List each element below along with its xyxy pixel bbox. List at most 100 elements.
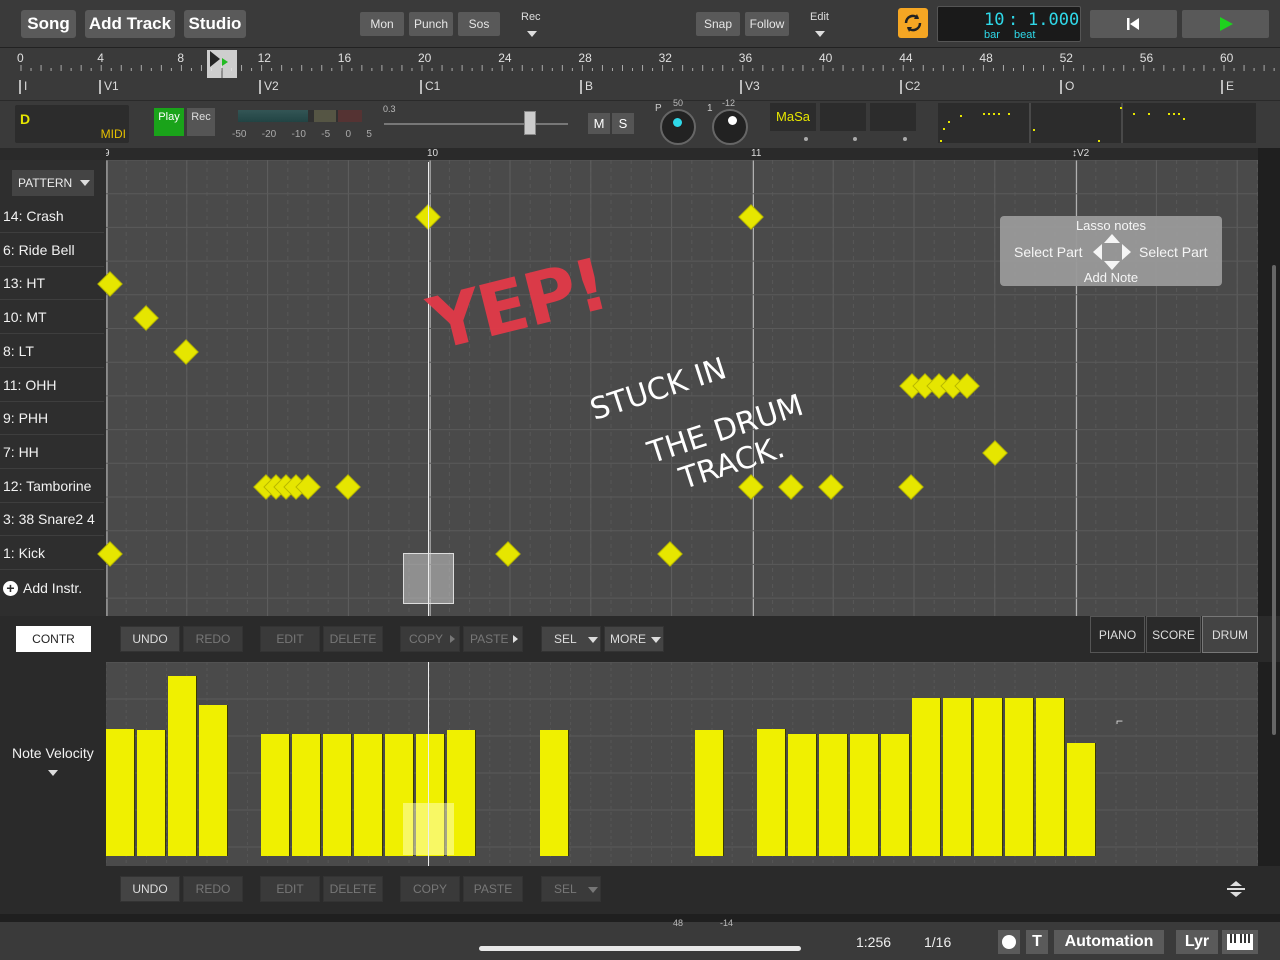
rec-dropdown-icon[interactable]: [527, 31, 537, 37]
velocity-bar[interactable]: [850, 734, 879, 856]
undo-button-2[interactable]: UNDO: [120, 876, 180, 902]
paste-button-2[interactable]: PASTE: [463, 876, 523, 902]
sos-button[interactable]: Sos: [458, 12, 500, 36]
scrollbar[interactable]: [1272, 265, 1276, 735]
track-rec-button[interactable]: Rec: [187, 108, 215, 136]
plugin-slot-2[interactable]: [820, 103, 866, 131]
add-instrument-button[interactable]: + Add Instr.: [3, 580, 82, 596]
volume-fader-track[interactable]: [384, 123, 568, 125]
volume-fader-thumb[interactable]: [524, 111, 536, 135]
more-dropdown[interactable]: MORE: [604, 626, 664, 652]
velocity-editor[interactable]: ⌐: [106, 662, 1258, 866]
delete-button-2[interactable]: DELETE: [323, 876, 383, 902]
velocity-bar[interactable]: [261, 734, 290, 856]
velocity-bar[interactable]: [757, 728, 786, 856]
delete-button[interactable]: DELETE: [323, 626, 383, 652]
zoom-level[interactable]: 1:256: [856, 934, 891, 950]
section-marker[interactable]: I: [19, 80, 27, 94]
velocity-bar[interactable]: [788, 734, 817, 856]
timeline-ruler[interactable]: 0 4 8 12 16 20 24 28 32 36 40 44 48 52 56 60 I V1 V2 C1 B V3…: [0, 48, 1280, 100]
section-marker[interactable]: O: [1060, 80, 1074, 94]
mute-button[interactable]: M: [588, 113, 610, 134]
plugin-slot-masa[interactable]: MaSa: [770, 103, 816, 131]
velocity-bar[interactable]: [354, 734, 383, 856]
redo-button-2[interactable]: REDO: [183, 876, 243, 902]
lane-label[interactable]: 9: PHH: [0, 402, 104, 436]
lane-label[interactable]: 7: HH: [0, 436, 104, 469]
lasso-select-part-right[interactable]: Select Part: [1139, 244, 1207, 260]
section-marker[interactable]: V3: [740, 80, 760, 94]
snap-button[interactable]: Snap: [696, 12, 740, 36]
velocity-bar[interactable]: [1067, 743, 1096, 856]
velocity-bar[interactable]: [912, 697, 941, 856]
add-track-button[interactable]: Add Track: [85, 10, 175, 38]
play-button[interactable]: [1182, 10, 1269, 38]
velocity-bar[interactable]: [1005, 697, 1034, 856]
rec-mode-label[interactable]: Rec: [521, 11, 541, 23]
copy-button[interactable]: COPY: [400, 626, 460, 652]
follow-button[interactable]: Follow: [745, 12, 789, 36]
keyboard-button[interactable]: [1222, 930, 1258, 954]
mon-button[interactable]: Mon: [360, 12, 404, 36]
chevron-down-icon[interactable]: [48, 770, 58, 776]
sel-dropdown[interactable]: SEL: [541, 626, 601, 652]
lane-label[interactable]: 3: 38 Snare2 4: [0, 503, 104, 537]
playhead-handle[interactable]: [207, 50, 237, 78]
section-marker[interactable]: V2: [259, 80, 279, 94]
home-indicator[interactable]: [479, 946, 801, 951]
velocity-bar[interactable]: [881, 734, 910, 856]
lasso-title[interactable]: Lasso notes: [1000, 218, 1222, 233]
lane-label[interactable]: 10: MT: [0, 301, 104, 335]
paste-button[interactable]: PASTE: [463, 626, 523, 652]
note-velocity-label[interactable]: Note Velocity: [12, 745, 94, 761]
pan-knob[interactable]: [660, 109, 696, 145]
punch-button[interactable]: Punch: [409, 12, 453, 36]
velocity-bar[interactable]: [974, 697, 1003, 856]
velocity-bar[interactable]: [106, 728, 135, 856]
pattern-overview[interactable]: [938, 103, 1256, 143]
undo-button[interactable]: UNDO: [120, 626, 180, 652]
text-button[interactable]: T: [1026, 930, 1048, 954]
lane-label[interactable]: 13: HT: [0, 267, 104, 301]
redo-button[interactable]: REDO: [183, 626, 243, 652]
edit-dropdown-icon[interactable]: [815, 31, 825, 37]
lane-label[interactable]: 8: LT: [0, 335, 104, 368]
record-button[interactable]: [998, 930, 1020, 954]
velocity-bar[interactable]: [199, 704, 228, 856]
section-marker[interactable]: C1: [420, 80, 440, 94]
section-marker[interactable]: V1: [99, 80, 119, 94]
velocity-bar[interactable]: [323, 734, 352, 856]
velocity-bar[interactable]: [292, 734, 321, 856]
track-name-box[interactable]: D MIDI: [15, 105, 129, 143]
velocity-bar[interactable]: [540, 730, 569, 856]
velocity-bar[interactable]: [943, 697, 972, 856]
lane-label[interactable]: 11: OHH: [0, 369, 104, 402]
lasso-add-note[interactable]: Add Note: [1000, 270, 1222, 285]
copy-button-2[interactable]: COPY: [400, 876, 460, 902]
lane-label[interactable]: 6: Ride Bell: [0, 234, 104, 267]
automation-button[interactable]: Automation: [1054, 930, 1164, 954]
track-play-button[interactable]: Play: [154, 108, 184, 136]
velocity-bar[interactable]: [1036, 697, 1065, 856]
score-view-button[interactable]: SCORE: [1146, 616, 1201, 653]
edit-button-2[interactable]: EDIT: [260, 876, 320, 902]
section-marker[interactable]: E: [1221, 80, 1234, 94]
pattern-dropdown[interactable]: PATTERN: [12, 170, 94, 196]
studio-button[interactable]: Studio: [184, 10, 246, 38]
lane-label[interactable]: 1: Kick: [0, 537, 104, 570]
edit-mode-label[interactable]: Edit: [810, 11, 829, 23]
velocity-bar[interactable]: [168, 675, 197, 856]
sel-dropdown-2[interactable]: SEL: [541, 876, 601, 902]
resize-handle-icon[interactable]: [1226, 880, 1246, 898]
controller-button[interactable]: CONTR: [16, 626, 91, 652]
velocity-bar[interactable]: [137, 730, 166, 856]
lasso-select-part-left[interactable]: Select Part: [1014, 244, 1082, 260]
song-button[interactable]: Song: [21, 10, 76, 38]
section-marker[interactable]: C2: [900, 80, 920, 94]
lane-label[interactable]: 14: Crash: [0, 200, 104, 233]
section-marker[interactable]: B: [580, 80, 593, 94]
lyrics-button[interactable]: Lyr: [1176, 930, 1218, 954]
velocity-bar[interactable]: [695, 730, 724, 856]
rewind-button[interactable]: [1090, 10, 1177, 38]
plugin-slot-3[interactable]: [870, 103, 916, 131]
